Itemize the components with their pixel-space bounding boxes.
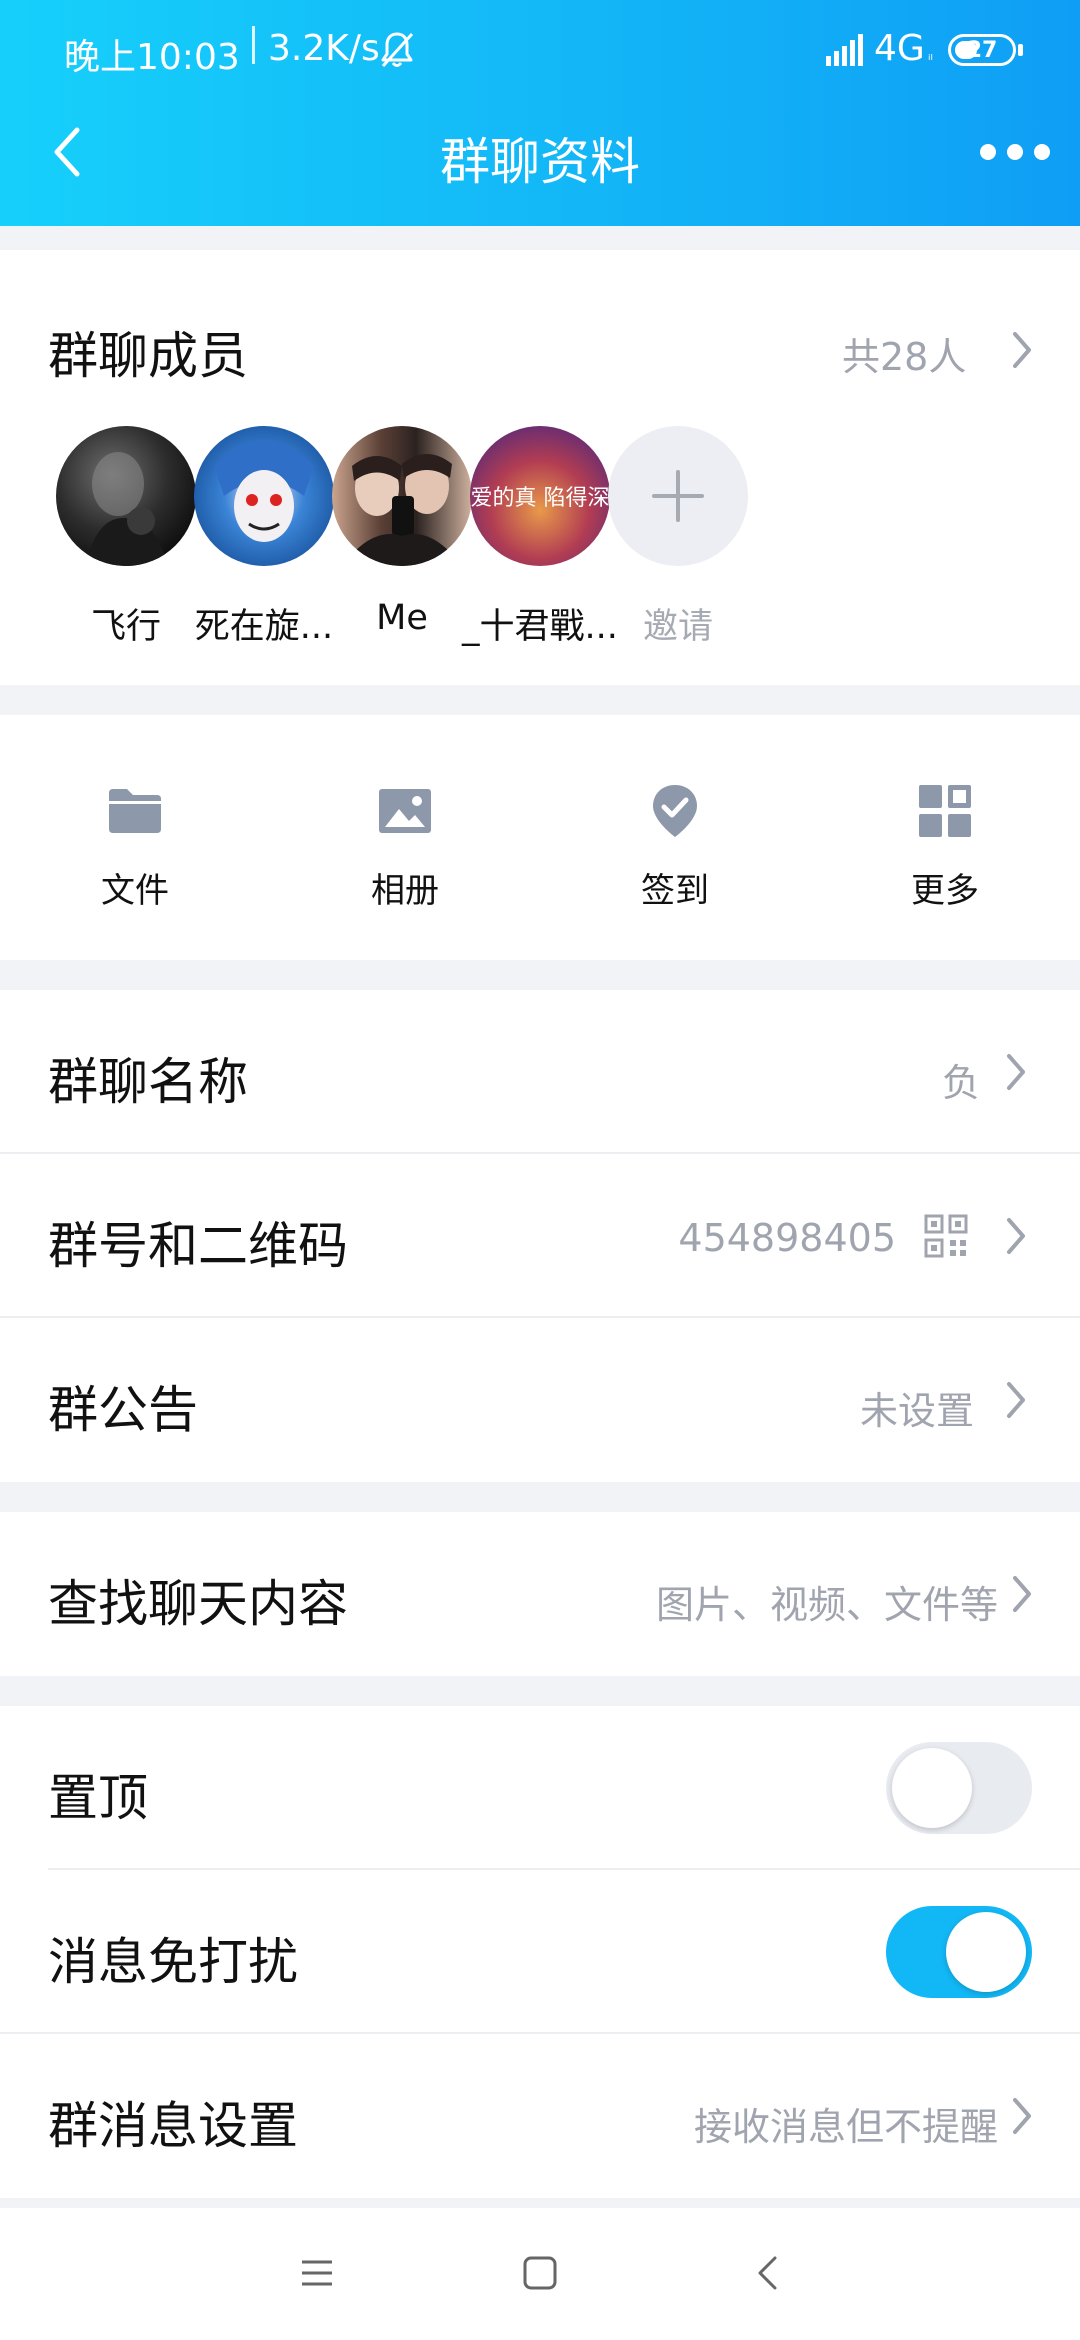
chevron-right-icon [1007, 1054, 1025, 1090]
group-number-value: 454898405 [678, 1216, 896, 1260]
toggle-knob [892, 1748, 972, 1828]
more-button[interactable] [980, 132, 1050, 172]
do-not-disturb-label: 消息免打扰 [48, 1933, 298, 1991]
search-history-label: 查找聊天内容 [48, 1575, 348, 1633]
group-name-row[interactable]: 群聊名称 负 [0, 990, 1080, 1154]
home-square-icon [523, 2256, 557, 2290]
tool-files[interactable]: 文件 [0, 715, 270, 960]
chevron-right-icon[interactable] [1010, 330, 1034, 370]
check-location-icon [653, 785, 697, 837]
announcement-value: 未设置 [859, 1389, 974, 1433]
message-settings-label: 群消息设置 [48, 2097, 298, 2155]
more-dots-icon [1007, 144, 1023, 160]
members-section: 群聊成员 共28人 飞行 死在旋... Me 爱的真 陷得深 _十君戰... 邀… [0, 250, 1080, 685]
tool-label: 更多 [911, 871, 979, 911]
members-count[interactable]: 共28人 [842, 326, 966, 381]
group-name-label: 群聊名称 [48, 1053, 248, 1111]
search-history-value: 图片、视频、文件等 [655, 1583, 998, 1627]
tool-more[interactable]: 更多 [810, 715, 1080, 960]
back-triangle-icon [758, 2256, 777, 2290]
pin-top-toggle[interactable] [886, 1742, 1032, 1834]
menu-icon [302, 2260, 332, 2286]
image-icon [379, 789, 431, 833]
status-bar: 晚上10:03 3.2K/s 4G ᵢₗ 27 [0, 0, 1080, 100]
tool-label: 相册 [371, 871, 439, 911]
home-button[interactable] [515, 2248, 565, 2298]
back-system-button[interactable] [742, 2248, 792, 2298]
tool-album[interactable]: 相册 [270, 715, 540, 960]
plus-icon [652, 470, 704, 522]
status-separator [252, 26, 255, 64]
header: 晚上10:03 3.2K/s 4G ᵢₗ 27 群聊资料 [0, 0, 1080, 226]
pin-top-row: 置顶 [0, 1706, 1080, 1870]
status-network-sub: ᵢₗ [928, 48, 933, 64]
do-not-disturb-toggle[interactable] [886, 1906, 1032, 1998]
do-not-disturb-row: 消息免打扰 [0, 1870, 1080, 2034]
qr-code-icon [924, 1214, 968, 1258]
announcement-label: 群公告 [48, 1381, 198, 1439]
invite-member[interactable]: 邀请 [572, 426, 752, 656]
battery-level: 27 [966, 37, 998, 63]
status-speed: 3.2K/s [268, 28, 380, 69]
invite-label: 邀请 [642, 607, 713, 647]
system-nav-bar [0, 2208, 1080, 2340]
member-avatar-list: 飞行 死在旋... Me 爱的真 陷得深 _十君戰... 邀请 [0, 426, 1080, 656]
tool-label: 签到 [641, 871, 709, 911]
battery-icon: 27 [948, 34, 1016, 66]
menu-button[interactable] [292, 2248, 342, 2298]
status-time: 晚上10:03 [64, 37, 240, 78]
more-dots-icon [980, 144, 996, 160]
chevron-right-icon [1013, 1576, 1031, 1612]
tool-checkin[interactable]: 签到 [540, 715, 810, 960]
search-history-row[interactable]: 查找聊天内容 图片、视频、文件等 [0, 1512, 1080, 1676]
signal-icon [826, 34, 863, 66]
message-settings-value: 接收消息但不提醒 [693, 2105, 998, 2149]
group-number-label: 群号和二维码 [48, 1217, 348, 1275]
members-title[interactable]: 群聊成员 [48, 316, 248, 388]
bell-mute-icon [381, 32, 414, 68]
chevron-right-icon [1007, 1382, 1025, 1418]
folder-icon [109, 789, 161, 833]
toggle-knob [946, 1912, 1026, 1992]
announcement-row[interactable]: 群公告 未设置 [0, 1318, 1080, 1482]
chevron-right-icon [1013, 2098, 1031, 2134]
battery-cap [1018, 44, 1023, 56]
pin-top-label: 置顶 [48, 1769, 148, 1827]
group-number-row[interactable]: 群号和二维码 454898405 [0, 1154, 1080, 1318]
page-title: 群聊资料 [440, 133, 640, 191]
message-settings-row[interactable]: 群消息设置 接收消息但不提醒 [0, 2034, 1080, 2198]
status-network: 4G [874, 28, 925, 69]
invite-button[interactable] [608, 426, 748, 566]
grid-icon [919, 785, 971, 837]
group-name-value: 负 [941, 1061, 980, 1105]
chevron-right-icon [1007, 1218, 1025, 1254]
tools-section: 文件 相册 签到 更多 [0, 715, 1080, 960]
tool-label: 文件 [101, 871, 169, 911]
more-dots-icon [1034, 144, 1050, 160]
